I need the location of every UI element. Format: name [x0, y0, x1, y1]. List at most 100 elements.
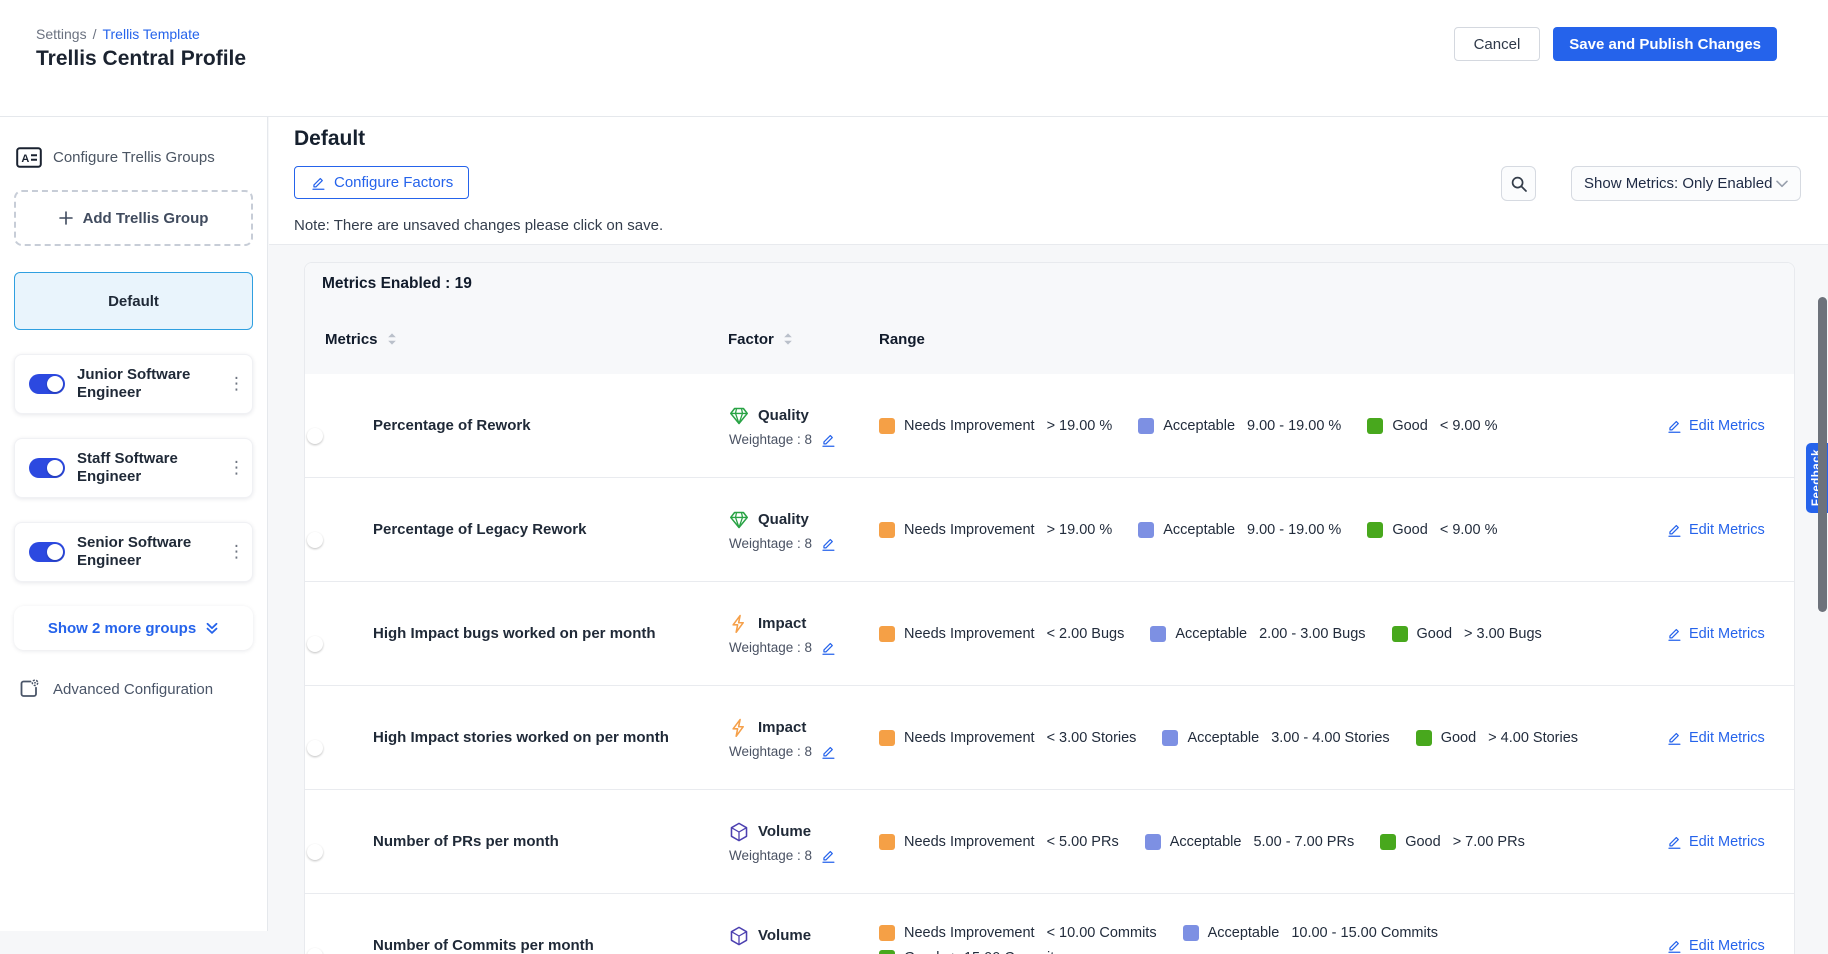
- edit-metrics-link[interactable]: Edit Metrics: [1666, 938, 1765, 954]
- edit-pencil-icon: [1666, 938, 1681, 953]
- kebab-menu-icon[interactable]: ⋮: [228, 542, 242, 562]
- kebab-menu-icon[interactable]: ⋮: [228, 374, 242, 394]
- add-trellis-group-button[interactable]: Add Trellis Group: [14, 190, 253, 246]
- range-label: Needs Improvement: [904, 626, 1035, 642]
- edit-pencil-icon: [1666, 730, 1681, 745]
- range-label: Needs Improvement: [904, 925, 1035, 941]
- group-card[interactable]: Junior Software Engineer ⋮: [14, 354, 253, 414]
- weightage-edit-button[interactable]: [820, 744, 835, 759]
- range-segment: Needs Improvement < 10.00 Commits: [879, 925, 1157, 941]
- factor-name: Impact: [758, 719, 806, 736]
- edit-pencil-icon: [820, 848, 835, 863]
- breadcrumb-separator: /: [93, 26, 97, 42]
- weightage-edit-button[interactable]: [820, 432, 835, 447]
- advanced-configuration-link[interactable]: Advanced Configuration: [0, 678, 267, 700]
- range-value: < 3.00 Stories: [1047, 730, 1137, 746]
- edit-metrics-label: Edit Metrics: [1689, 522, 1765, 538]
- range-label: Needs Improvement: [904, 834, 1035, 850]
- svg-text:A: A: [21, 153, 29, 165]
- edit-pencil-icon: [1666, 418, 1681, 433]
- group-title: Default: [294, 127, 365, 151]
- range-segment: Acceptable 5.00 - 7.00 PRs: [1145, 834, 1355, 850]
- range-color-swatch: [879, 626, 895, 642]
- show-more-groups-button[interactable]: Show 2 more groups: [14, 606, 253, 650]
- show-metrics-dropdown-value: Show Metrics: Only Enabled: [1584, 175, 1772, 192]
- range-color-swatch: [1416, 730, 1432, 746]
- edit-metrics-label: Edit Metrics: [1689, 834, 1765, 850]
- kebab-menu-icon[interactable]: ⋮: [228, 458, 242, 478]
- metric-name: Number of Commits per month: [373, 936, 728, 954]
- impact-bolt-icon: [728, 717, 750, 739]
- group-enabled-toggle[interactable]: [29, 542, 65, 562]
- breadcrumb-trellis-template[interactable]: Trellis Template: [102, 26, 199, 42]
- group-enabled-toggle[interactable]: [29, 374, 65, 394]
- range-color-swatch: [879, 950, 895, 954]
- metric-name: High Impact bugs worked on per month: [373, 624, 728, 644]
- range-cell: Needs Improvement < 10.00 Commits Accept…: [879, 925, 1579, 954]
- edit-metrics-link[interactable]: Edit Metrics: [1666, 522, 1765, 538]
- range-color-swatch: [1162, 730, 1178, 746]
- sidebar: A Configure Trellis Groups Add Trellis G…: [0, 117, 268, 931]
- cancel-button[interactable]: Cancel: [1454, 27, 1541, 61]
- group-card[interactable]: Senior Software Engineer ⋮: [14, 522, 253, 582]
- weightage-text: Weightage : 8: [729, 432, 812, 447]
- range-value: < 9.00 %: [1440, 418, 1498, 434]
- edit-metrics-link[interactable]: Edit Metrics: [1666, 730, 1765, 746]
- group-label: Junior Software Engineer: [77, 366, 216, 403]
- factor-cell: Impact Weightage : 8: [728, 717, 879, 759]
- range-value: 9.00 - 19.00 %: [1247, 418, 1341, 434]
- sort-icon[interactable]: [782, 332, 794, 346]
- search-button[interactable]: [1501, 166, 1536, 201]
- range-value: > 7.00 PRs: [1453, 834, 1525, 850]
- weightage-edit-button[interactable]: [820, 848, 835, 863]
- factor-cell: Volume Weightage : 8: [728, 821, 879, 863]
- range-label: Needs Improvement: [904, 522, 1035, 538]
- range-segment: Acceptable 3.00 - 4.00 Stories: [1162, 730, 1389, 746]
- range-label: Good: [1392, 522, 1427, 538]
- range-color-swatch: [1138, 418, 1154, 434]
- weightage-text: Weightage : 8: [729, 848, 812, 863]
- range-label: Needs Improvement: [904, 730, 1035, 746]
- range-label: Acceptable: [1175, 626, 1247, 642]
- edit-metrics-link[interactable]: Edit Metrics: [1666, 418, 1765, 434]
- selected-group-label: Default: [108, 293, 159, 310]
- range-segment: Acceptable 10.00 - 15.00 Commits: [1183, 925, 1438, 941]
- range-value: > 19.00 %: [1047, 418, 1113, 434]
- breadcrumb-settings[interactable]: Settings: [36, 26, 87, 42]
- range-segment: Good > 7.00 PRs: [1380, 834, 1525, 850]
- range-segment: Acceptable 9.00 - 19.00 %: [1138, 418, 1341, 434]
- edit-metrics-link[interactable]: Edit Metrics: [1666, 834, 1765, 850]
- edit-pencil-icon: [820, 432, 835, 447]
- save-and-publish-button[interactable]: Save and Publish Changes: [1553, 27, 1777, 61]
- range-value: 3.00 - 4.00 Stories: [1271, 730, 1390, 746]
- range-label: Acceptable: [1170, 834, 1242, 850]
- factor-cell: Quality Weightage : 8: [728, 405, 879, 447]
- metric-name: Number of PRs per month: [373, 832, 728, 852]
- metric-row: Percentage of Legacy Rework Quality Weig…: [305, 478, 1794, 582]
- range-cell: Needs Improvement < 5.00 PRs Acceptable …: [879, 834, 1579, 850]
- range-value: < 2.00 Bugs: [1047, 626, 1125, 642]
- weightage-edit-button[interactable]: [820, 536, 835, 551]
- configure-factors-button[interactable]: Configure Factors: [294, 166, 469, 199]
- plus-icon: [59, 211, 73, 225]
- range-label: Good: [1392, 418, 1427, 434]
- group-card[interactable]: Staff Software Engineer ⋮: [14, 438, 253, 498]
- range-label: Acceptable: [1208, 925, 1280, 941]
- app-header: Settings / Trellis Template Trellis Cent…: [0, 0, 1828, 117]
- sort-icon[interactable]: [386, 332, 398, 346]
- metric-name: High Impact stories worked on per month: [373, 728, 728, 748]
- weightage-edit-button[interactable]: [820, 640, 835, 655]
- volume-cube-icon: [728, 821, 750, 843]
- range-cell: Needs Improvement > 19.00 % Acceptable 9…: [879, 418, 1579, 434]
- range-label: Acceptable: [1163, 522, 1235, 538]
- edit-metrics-link[interactable]: Edit Metrics: [1666, 626, 1765, 642]
- range-label: Good: [1441, 730, 1476, 746]
- range-label: Needs Improvement: [904, 418, 1035, 434]
- group-card-default[interactable]: Default: [14, 272, 253, 330]
- group-enabled-toggle[interactable]: [29, 458, 65, 478]
- range-color-swatch: [1138, 522, 1154, 538]
- edit-pencil-icon: [1666, 834, 1681, 849]
- range-cell: Needs Improvement < 2.00 Bugs Acceptable…: [879, 626, 1579, 642]
- show-metrics-dropdown[interactable]: Show Metrics: Only Enabled: [1571, 166, 1801, 201]
- vertical-scrollbar-thumb[interactable]: [1818, 297, 1827, 612]
